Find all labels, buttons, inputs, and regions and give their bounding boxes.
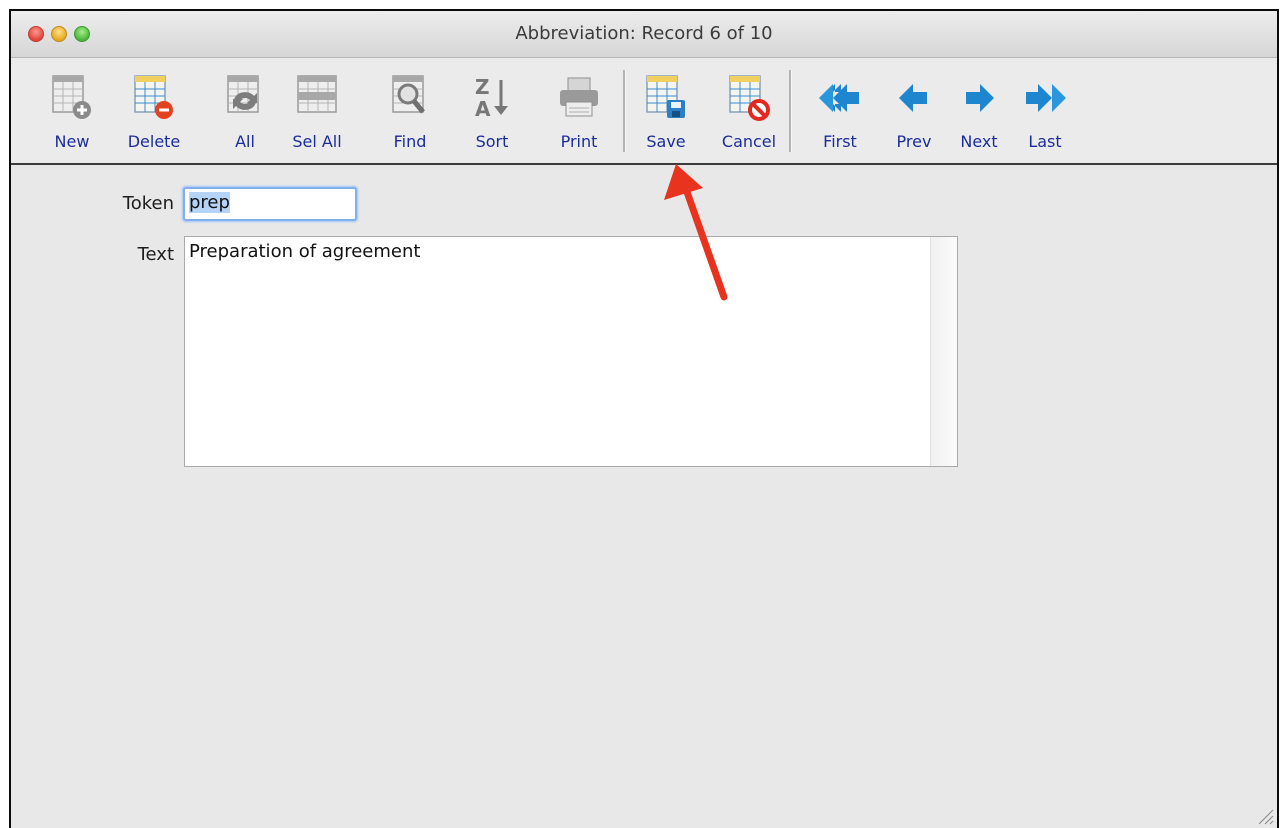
delete-button-label: Delete xyxy=(127,132,181,151)
new-button-label: New xyxy=(54,132,90,151)
printer-icon xyxy=(560,77,598,117)
last-arrow-icon xyxy=(1026,84,1066,112)
first-arrow-icon xyxy=(819,84,859,112)
save-button[interactable]: Save xyxy=(635,74,697,158)
prev-arrow-icon xyxy=(899,84,927,112)
cancel-button-label: Cancel xyxy=(721,132,777,151)
table-select-all-icon xyxy=(297,75,337,113)
token-label: Token xyxy=(122,193,174,214)
table-find-icon xyxy=(392,75,425,114)
table-cancel-icon xyxy=(729,75,770,121)
sort-button[interactable]: Z A Sort xyxy=(461,74,523,158)
select-all-button-label: Sel All xyxy=(292,132,342,151)
save-button-label: Save xyxy=(646,132,686,151)
text-label: Text xyxy=(137,244,174,265)
resize-grip-icon[interactable] xyxy=(1253,804,1275,826)
title-bar[interactable]: Abbreviation: Record 6 of 10 xyxy=(11,11,1277,58)
last-record-button[interactable]: Last xyxy=(1014,74,1076,158)
all-button-label: All xyxy=(235,132,255,151)
last-record-button-label: Last xyxy=(1028,132,1062,151)
next-arrow-icon xyxy=(966,84,994,112)
next-record-button[interactable]: Next xyxy=(948,74,1010,158)
print-button[interactable]: Print xyxy=(548,74,610,158)
table-save-icon xyxy=(646,75,685,118)
find-button-label: Find xyxy=(393,132,427,151)
find-button[interactable]: Find xyxy=(379,74,441,158)
text-area[interactable]: Preparation of agreement xyxy=(184,236,958,467)
table-delete-icon xyxy=(134,75,173,119)
delete-button[interactable]: Delete xyxy=(123,74,185,158)
table-add-icon xyxy=(52,75,91,119)
toolbar-separator xyxy=(789,70,792,152)
svg-text:Z: Z xyxy=(475,75,490,99)
toolbar: New Delete All Sel All Find Z A Sort Pri… xyxy=(11,58,1277,165)
cancel-button[interactable]: Cancel xyxy=(718,74,780,158)
print-button-label: Print xyxy=(560,132,598,151)
select-all-button[interactable]: Sel All xyxy=(286,74,348,158)
new-button[interactable]: New xyxy=(41,74,103,158)
svg-text:A: A xyxy=(475,97,491,121)
token-input[interactable]: prep xyxy=(183,187,357,221)
window-title: Abbreviation: Record 6 of 10 xyxy=(515,23,773,44)
all-button[interactable]: All xyxy=(214,74,276,158)
token-value: prep xyxy=(189,192,230,213)
first-record-button-label: First xyxy=(823,132,857,151)
abbreviation-window: Abbreviation: Record 6 of 10 New Delete … xyxy=(9,9,1279,828)
previous-record-button[interactable]: Prev xyxy=(883,74,945,158)
table-refresh-icon xyxy=(227,75,259,113)
sort-button-label: Sort xyxy=(475,132,509,151)
text-area-scrollbar[interactable] xyxy=(930,237,957,466)
sort-za-icon: Z A xyxy=(475,75,508,121)
first-record-button[interactable]: First xyxy=(809,74,871,158)
text-value: Preparation of agreement xyxy=(189,241,421,262)
